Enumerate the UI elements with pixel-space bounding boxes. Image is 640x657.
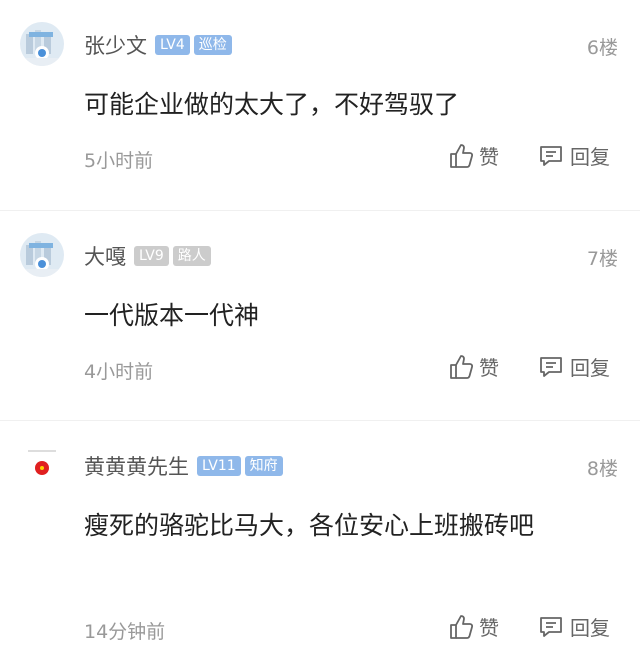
comment-icon [538, 614, 564, 640]
comment-text: 可能企业做的太大了，不好驾驭了 [84, 90, 460, 119]
reply-button[interactable]: 回复 [538, 612, 610, 641]
level-badge: LV4 [155, 35, 190, 55]
title-badge: 知府 [244, 456, 283, 476]
reply-button[interactable]: 回复 [538, 141, 610, 170]
floor-number: 6楼 [586, 37, 618, 59]
title-badge: 巡检 [193, 35, 232, 55]
like-button[interactable]: 赞 [449, 612, 499, 641]
like-label: 赞 [479, 356, 499, 380]
comment-text: 瘦死的骆驼比马大，各位安心上班搬砖吧 [84, 511, 535, 540]
level-badge: LV11 [197, 456, 241, 476]
title-badge: 路人 [172, 246, 211, 266]
floor-number: 7楼 [586, 248, 618, 270]
timestamp: 4小时前 [84, 361, 154, 383]
comment-item: 张少文 LV4 巡检 6楼 可能企业做的太大了，不好驾驭了 5小时前 赞 回复 [0, 0, 640, 210]
username[interactable]: 黄黄黄先生 [84, 451, 189, 481]
comment-icon [538, 143, 564, 169]
floor-number: 8楼 [586, 458, 618, 480]
comment-item: 大嘎 LV9 路人 7楼 一代版本一代神 4小时前 赞 回复 [0, 210, 640, 420]
like-button[interactable]: 赞 [449, 352, 499, 381]
like-label: 赞 [479, 145, 499, 169]
thumbs-up-icon [449, 143, 473, 169]
level-badge: LV9 [134, 246, 169, 266]
reply-label: 回复 [570, 616, 610, 640]
username[interactable]: 张少文 [84, 30, 147, 60]
avatar[interactable] [20, 443, 64, 487]
username-row: 张少文 LV4 巡检 [84, 30, 236, 60]
username[interactable]: 大嘎 [84, 241, 126, 271]
thumbs-up-icon [449, 614, 473, 640]
comment-item: 黄黄黄先生 LV11 知府 8楼 瘦死的骆驼比马大，各位安心上班搬砖吧 14分钟… [0, 420, 640, 643]
avatar[interactable] [20, 233, 64, 277]
comment-text: 一代版本一代神 [84, 301, 260, 330]
thumbs-up-icon [449, 354, 473, 380]
reply-button[interactable]: 回复 [538, 352, 610, 381]
reply-label: 回复 [570, 356, 610, 380]
username-row: 黄黄黄先生 LV11 知府 [84, 451, 287, 481]
timestamp: 14分钟前 [84, 621, 166, 643]
like-button[interactable]: 赞 [449, 141, 499, 170]
avatar[interactable] [20, 22, 64, 66]
timestamp: 5小时前 [84, 150, 154, 172]
like-label: 赞 [479, 616, 499, 640]
comment-icon [538, 354, 564, 380]
reply-label: 回复 [570, 145, 610, 169]
username-row: 大嘎 LV9 路人 [84, 241, 215, 271]
